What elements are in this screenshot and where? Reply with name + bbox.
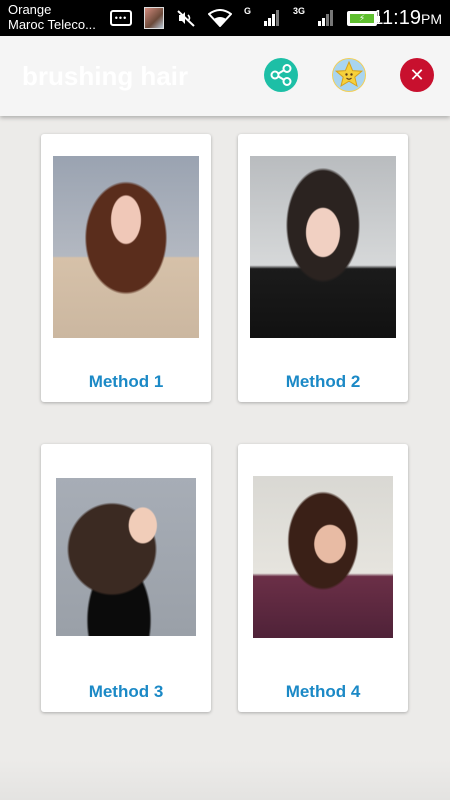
photo-notification-icon [144, 7, 164, 29]
method-label: Method 1 [88, 372, 164, 391]
method-card-1[interactable]: Method 1 [41, 134, 211, 402]
hairstyle-photo [56, 478, 196, 636]
clock: 11:19PM [372, 6, 442, 31]
carrier-name: Orange Maroc Teleco... [8, 2, 96, 32]
signal-strength-3g-icon [317, 9, 335, 27]
method-card-2[interactable]: Method 2 [238, 134, 408, 402]
bottom-area [0, 760, 450, 800]
method-label: Method 3 [88, 682, 164, 701]
app-bar: brushing hair ✕ [0, 36, 450, 116]
app-title: brushing hair [22, 61, 189, 91]
method-label: Method 4 [285, 682, 361, 701]
message-notification-icon: ••• [110, 10, 132, 26]
hairstyle-photo [253, 476, 393, 638]
carrier-line-1: Orange [8, 2, 52, 17]
rate-app-button[interactable] [332, 58, 366, 92]
status-bar: Orange Maroc Teleco... ••• G 3G ⚡ 11:19P… [0, 0, 450, 36]
clock-time: 11:19 [372, 7, 421, 29]
star-face-icon [333, 59, 365, 91]
method-label: Method 2 [285, 372, 361, 391]
clock-ampm: PM [421, 11, 442, 27]
status-icons: ••• G 3G ⚡ [110, 6, 381, 30]
hairstyle-photo [250, 156, 396, 338]
close-icon: ✕ [409, 64, 425, 85]
method-card-3[interactable]: Method 3 [41, 444, 211, 712]
carrier-line-2: Maroc Teleco... [8, 17, 96, 32]
battery-charging-icon: ⚡ [350, 13, 375, 23]
hairstyle-photo [53, 156, 199, 338]
mute-icon [176, 8, 196, 28]
network-3g-label: 3G [293, 6, 306, 16]
network-type-label: G [244, 6, 252, 16]
method-card-4[interactable]: Method 4 [238, 444, 408, 712]
share-button[interactable] [264, 58, 298, 92]
wifi-icon [208, 9, 232, 27]
close-button[interactable]: ✕ [400, 58, 434, 92]
signal-strength-icon [263, 9, 281, 27]
share-icon [270, 64, 292, 86]
